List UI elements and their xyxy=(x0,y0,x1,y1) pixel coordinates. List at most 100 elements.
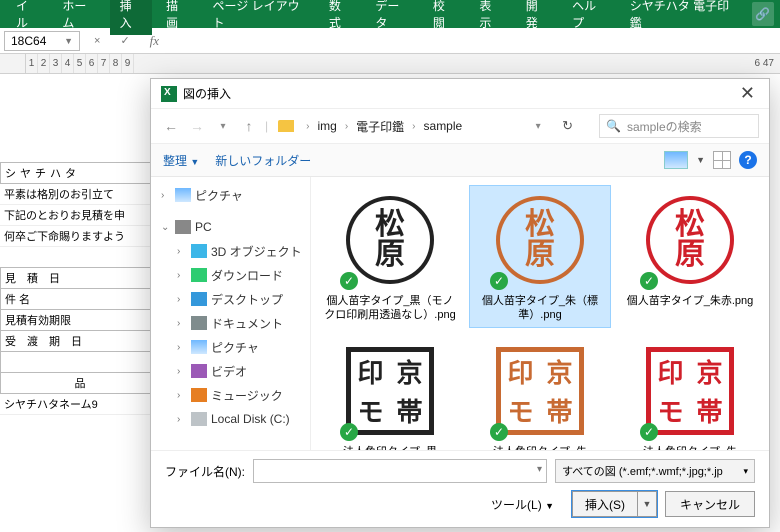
tree-node[interactable]: ピクチャ xyxy=(195,187,243,204)
file-name: 個人苗字タイプ_朱赤.png xyxy=(627,294,754,308)
dialog-titlebar: 図の挿入 ✕ xyxy=(151,79,769,109)
ribbon-tab[interactable]: 開発 xyxy=(516,0,558,35)
desktop-icon xyxy=(191,292,207,306)
cancel-button[interactable]: キャンセル xyxy=(665,491,755,517)
help-icon[interactable]: ? xyxy=(739,151,757,169)
pictures-icon xyxy=(175,188,191,202)
file-item[interactable]: 印京モ帯✓法人角印タイプ_朱 xyxy=(469,336,611,450)
pictures-icon xyxy=(191,340,207,354)
file-item[interactable]: 松原✓個人苗字タイプ_黒（モノクロ印刷用透過なし）.png xyxy=(319,185,461,328)
name-box[interactable]: 18C64 ▼ xyxy=(4,31,80,51)
back-icon[interactable]: ← xyxy=(161,118,181,134)
downloads-icon xyxy=(191,268,207,282)
tree-node[interactable]: ピクチャ xyxy=(211,339,259,356)
videos-icon xyxy=(191,364,207,378)
tree-node[interactable]: ダウンロード xyxy=(211,267,283,284)
checkmark-icon: ✓ xyxy=(490,423,508,441)
tree-node[interactable]: ビデオ xyxy=(211,363,247,380)
ribbon-tab[interactable]: シヤチハタ 電子印鑑 xyxy=(620,0,744,35)
tree-node[interactable]: ミュージック xyxy=(211,387,283,404)
chevron-down-icon: ▼ xyxy=(64,36,73,46)
cell[interactable]: 下記のとおりお見積を申 xyxy=(0,205,160,226)
cell[interactable]: 受 渡 期 日 xyxy=(0,331,160,352)
file-item[interactable]: 松原✓個人苗字タイプ_朱（標準）.png xyxy=(469,185,611,328)
confirm-icon[interactable]: ✓ xyxy=(114,34,135,47)
filetype-filter[interactable]: すべての図 (*.emf;*.wmf;*.jpg;*.jp▾ xyxy=(555,459,755,483)
cell[interactable]: シヤチハタ xyxy=(0,163,160,184)
cancel-icon[interactable]: × xyxy=(88,35,106,47)
folder-tree[interactable]: ›ピクチャ ⌄PC ›3D オブジェクト ›ダウンロード ›デスクトップ ›ドキ… xyxy=(151,177,311,450)
cell[interactable]: 見積有効期限 xyxy=(0,310,160,331)
chevron-down-icon: ▾ xyxy=(743,466,748,477)
ribbon-tab[interactable]: 校閲 xyxy=(423,0,465,35)
chevron-down-icon: ▼ xyxy=(190,157,199,167)
music-icon xyxy=(191,388,207,402)
fx-icon[interactable]: fx xyxy=(144,33,165,49)
up-icon[interactable]: ↑ xyxy=(239,118,259,134)
chevron-down-icon[interactable]: ▼ xyxy=(696,155,705,165)
file-name: 個人苗字タイプ_黒（モノクロ印刷用透過なし）.png xyxy=(324,294,456,323)
chevron-right-icon[interactable]: › xyxy=(412,121,415,132)
column-header-right: 6 47 xyxy=(755,54,780,73)
ribbon-tab[interactable]: 挿入 xyxy=(110,0,152,35)
file-item[interactable]: 印京モ帯✓法人角印タイプ_朱 xyxy=(619,336,761,450)
ribbon-tab[interactable]: 描画 xyxy=(156,0,198,35)
checkmark-icon: ✓ xyxy=(340,272,358,290)
tools-menu[interactable]: ツール(L) ▼ xyxy=(491,496,554,513)
file-name: 個人苗字タイプ_朱（標準）.png xyxy=(474,294,606,323)
cell[interactable] xyxy=(0,352,160,373)
ribbon-tab[interactable]: データ xyxy=(365,0,419,35)
disk-icon xyxy=(191,412,207,426)
address-bar-row: ← → ▾ ↑ | › img › 電子印鑑 › sample ▾ ↻ 🔍 sa… xyxy=(151,109,769,143)
column-header: 123456789 6 47 xyxy=(0,54,780,74)
tree-node[interactable]: ドキュメント xyxy=(211,315,283,332)
organize-menu[interactable]: 整理 ▼ xyxy=(163,152,199,169)
preview-pane-icon[interactable] xyxy=(713,151,731,169)
chevron-down-icon[interactable]: ▼ xyxy=(638,499,656,509)
forward-icon[interactable]: → xyxy=(187,118,207,134)
file-item[interactable]: 松原✓個人苗字タイプ_朱赤.png xyxy=(619,185,761,328)
documents-icon xyxy=(191,316,207,330)
cell[interactable]: 件 名 xyxy=(0,289,160,310)
ribbon-tab[interactable]: 数式 xyxy=(319,0,361,35)
tree-node[interactable]: 3D オブジェクト xyxy=(211,243,302,260)
refresh-icon[interactable]: ↻ xyxy=(562,118,573,134)
tree-node[interactable]: PC xyxy=(195,220,212,234)
chevron-down-icon[interactable]: ▾ xyxy=(537,464,542,475)
new-folder-button[interactable]: 新しいフォルダー xyxy=(215,152,311,169)
dialog-toolbar: 整理 ▼ 新しいフォルダー ▼ ? xyxy=(151,143,769,177)
tree-node[interactable]: Local Disk (C:) xyxy=(211,412,290,426)
dialog-bottom: ファイル名(N): ▾ すべての図 (*.emf;*.wmf;*.jpg;*.j… xyxy=(151,450,769,527)
breadcrumb[interactable]: 電子印鑑 xyxy=(356,118,404,135)
checkmark-icon: ✓ xyxy=(340,423,358,441)
insert-button[interactable]: 挿入(S) ▼ xyxy=(572,491,657,517)
recent-dropdown-icon[interactable]: ▾ xyxy=(213,121,233,132)
chevron-down-icon[interactable]: ▾ xyxy=(528,121,548,132)
file-grid[interactable]: 松原✓個人苗字タイプ_黒（モノクロ印刷用透過なし）.png松原✓個人苗字タイプ_… xyxy=(311,177,769,450)
filename-label: ファイル名(N): xyxy=(165,463,245,480)
share-icon[interactable]: 🔗 xyxy=(752,2,774,26)
ribbon-tab[interactable]: 表示 xyxy=(469,0,511,35)
ribbon-tab[interactable]: ヘルプ xyxy=(562,0,616,35)
file-item[interactable]: 印京モ帯✓法人角印タイプ_黒 xyxy=(319,336,461,450)
view-icon[interactable] xyxy=(664,151,688,169)
cell[interactable]: シヤチハタネーム9 xyxy=(0,394,160,415)
checkmark-icon: ✓ xyxy=(490,272,508,290)
cell[interactable]: 何卒ご下命賜りますよう xyxy=(0,226,160,247)
search-input[interactable]: 🔍 sampleの検索 xyxy=(599,114,759,138)
search-icon: 🔍 xyxy=(606,119,621,133)
breadcrumb[interactable]: sample xyxy=(424,119,463,133)
filename-input[interactable]: ▾ xyxy=(253,459,547,483)
cell[interactable]: 平素は格別のお引立て xyxy=(0,184,160,205)
breadcrumb[interactable]: img xyxy=(317,119,336,133)
name-box-value: 18C64 xyxy=(11,34,46,48)
close-icon[interactable]: ✕ xyxy=(736,83,759,104)
tree-node[interactable]: デスクトップ xyxy=(211,291,283,308)
chevron-right-icon[interactable]: › xyxy=(345,121,348,132)
ribbon-tab[interactable]: ページ レイアウト xyxy=(202,0,314,35)
checkmark-icon: ✓ xyxy=(640,272,658,290)
chevron-right-icon[interactable]: › xyxy=(306,121,309,132)
worksheet: シヤチハタ 平素は格別のお引立て 下記のとおりお見積を申 何卒ご下命賜りますよう… xyxy=(0,74,160,415)
cell[interactable]: 品 xyxy=(0,373,160,394)
cell[interactable]: 見 積 日 xyxy=(0,268,160,289)
